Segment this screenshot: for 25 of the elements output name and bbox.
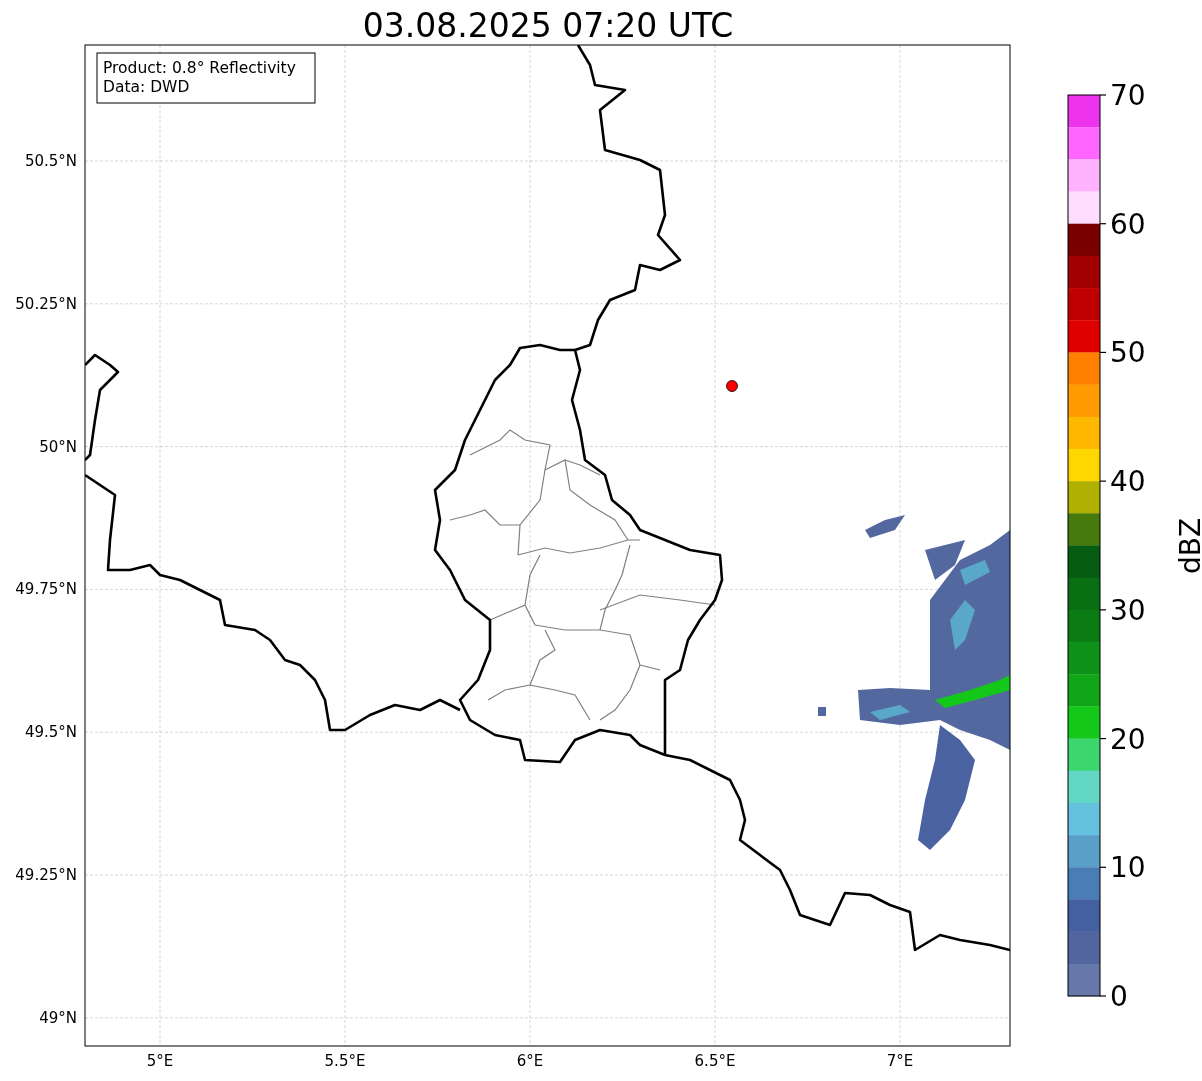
- x-tick-label: 5°E: [146, 1052, 174, 1070]
- x-tick-label: 7°E: [886, 1052, 914, 1070]
- figure-title: 03.08.2025 07:20 UTC: [362, 6, 734, 45]
- colorbar-tick-label: 0: [1110, 980, 1128, 1013]
- colorbar-tick-label: 20: [1110, 722, 1146, 756]
- y-tick-label: 50.5°N: [24, 152, 77, 170]
- colorbar-tick-label: 70: [1110, 79, 1146, 112]
- y-tick-label: 49.75°N: [15, 580, 77, 599]
- y-tick-label: 49.5°N: [24, 723, 77, 742]
- y-tick-label: 50°N: [39, 437, 77, 456]
- y-tick-label: 49.25°N: [15, 866, 77, 884]
- radar-site-marker: [726, 380, 738, 392]
- x-tick-label: 6°E: [516, 1052, 544, 1070]
- y-tick-label: 50.25°N: [15, 294, 77, 313]
- y-tick-label: 49°N: [39, 1008, 77, 1027]
- colorbar-tick-label: 10: [1110, 851, 1146, 885]
- colorbar-axis-label: dBZ: [1174, 517, 1202, 575]
- colorbar-tick-label: 50: [1110, 336, 1146, 370]
- legend-text: Product: 0.8° Reflectivity: [103, 59, 296, 77]
- x-tick-label: 5.5°E: [324, 1052, 366, 1070]
- colorbar-tick-label: 60: [1110, 207, 1146, 241]
- legend-text: Data: DWD: [103, 78, 190, 96]
- x-tick-label: 6.5°E: [694, 1052, 736, 1070]
- colorbar-tick-label: 30: [1110, 593, 1146, 627]
- colorbar-tick-label: 40: [1110, 465, 1146, 499]
